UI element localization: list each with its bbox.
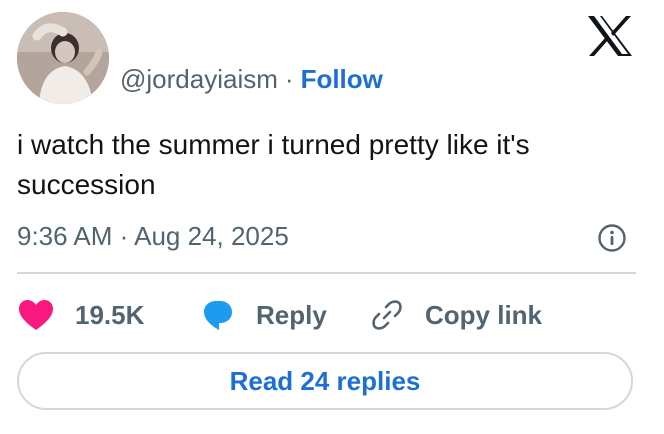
tweet-timestamp[interactable]: 9:36 AM · Aug 24, 2025 [17,219,289,253]
follow-button[interactable]: Follow [301,64,383,95]
tweet-embed-card: @jordayiaism · Follow i watch the summer… [0,0,664,434]
divider [17,272,636,274]
info-icon[interactable] [597,223,627,253]
byline-separator: · [284,63,294,94]
link-icon [369,297,405,333]
copy-link-button[interactable]: Copy link [369,292,542,338]
avatar-photo [17,12,109,104]
timestamp-separator: · [119,221,129,251]
action-bar: 19.5K Reply Copy link [17,292,637,338]
tweet-time: 9:36 AM [17,221,113,251]
like-button[interactable]: 19.5K [17,292,144,338]
tweet-date: Aug 24, 2025 [134,221,289,251]
avatar[interactable] [17,12,109,104]
tweet-text: i watch the summer i turned pretty like … [17,129,530,200]
speech-bubble-icon [200,297,236,333]
copy-link-label: Copy link [425,299,543,330]
x-logo-icon[interactable] [586,14,634,58]
reply-label: Reply [256,299,327,330]
author-byline: @jordayiaism · Follow [120,62,383,96]
like-count: 19.5K [75,299,145,330]
reply-button[interactable]: Reply [200,292,327,338]
read-replies-button[interactable]: Read 24 replies [17,352,633,410]
heart-icon [17,298,55,332]
author-handle[interactable]: @jordayiaism [120,64,278,95]
